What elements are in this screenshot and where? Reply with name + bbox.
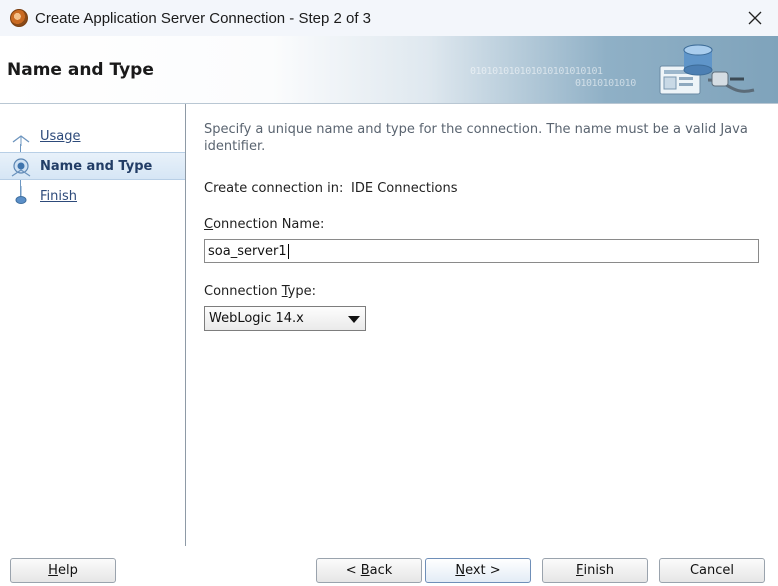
step-description: Specify a unique name and type for the c… [204,122,748,154]
connection-name-label: Connection Name: [204,217,325,232]
wizard-footer: Help < Back Next > Finish Cancel [0,546,778,586]
finish-button[interactable]: Finish [542,558,648,583]
connection-name-value: soa_server1 [208,243,287,259]
close-icon [748,11,762,25]
jdeveloper-icon [10,9,28,27]
dropdown-arrow-icon [348,316,360,323]
nav-step-usage-label[interactable]: Usage [40,129,81,144]
step-pending-icon [15,186,27,204]
back-button[interactable]: < Back [316,558,422,583]
next-button[interactable]: Next > [425,558,531,583]
wizard-content: Specify a unique name and type for the c… [186,104,778,546]
help-button[interactable]: Help [10,558,116,583]
connection-type-value: WebLogic 14.x [209,311,304,326]
wizard-step-title: Name and Type [7,60,154,80]
binary-decoration-2: 01010101010 [575,78,636,89]
nav-step-name-and-type-label: Name and Type [40,158,153,174]
close-button[interactable] [732,0,778,36]
title-bar: Create Application Server Connection - S… [0,0,778,36]
connection-type-label: Connection Type: [204,284,316,299]
create-connection-in-label: Create connection in: [204,181,344,196]
step-current-icon [11,158,31,177]
cancel-button[interactable]: Cancel [659,558,765,583]
window-title: Create Application Server Connection - S… [35,9,372,27]
connection-name-input[interactable]: soa_server1 [204,239,759,263]
binary-decoration: 010101010101010101010101 [470,66,603,77]
nav-step-name-and-type[interactable]: Name and Type [0,152,185,180]
wizard-step-navigation: Usage Name and Type Finish [0,104,186,546]
server-connection-graphic-icon [659,44,755,95]
text-caret [287,243,289,259]
nav-step-usage[interactable]: Usage [0,122,185,150]
nav-step-finish[interactable]: Finish [0,182,185,210]
nav-step-finish-label[interactable]: Finish [40,189,77,204]
wizard-header: Name and Type 010101010101010101010101 0… [0,36,778,104]
create-connection-in-value: IDE Connections [351,181,458,196]
step-visited-icon [12,135,30,146]
connection-type-select[interactable]: WebLogic 14.x [204,306,366,331]
